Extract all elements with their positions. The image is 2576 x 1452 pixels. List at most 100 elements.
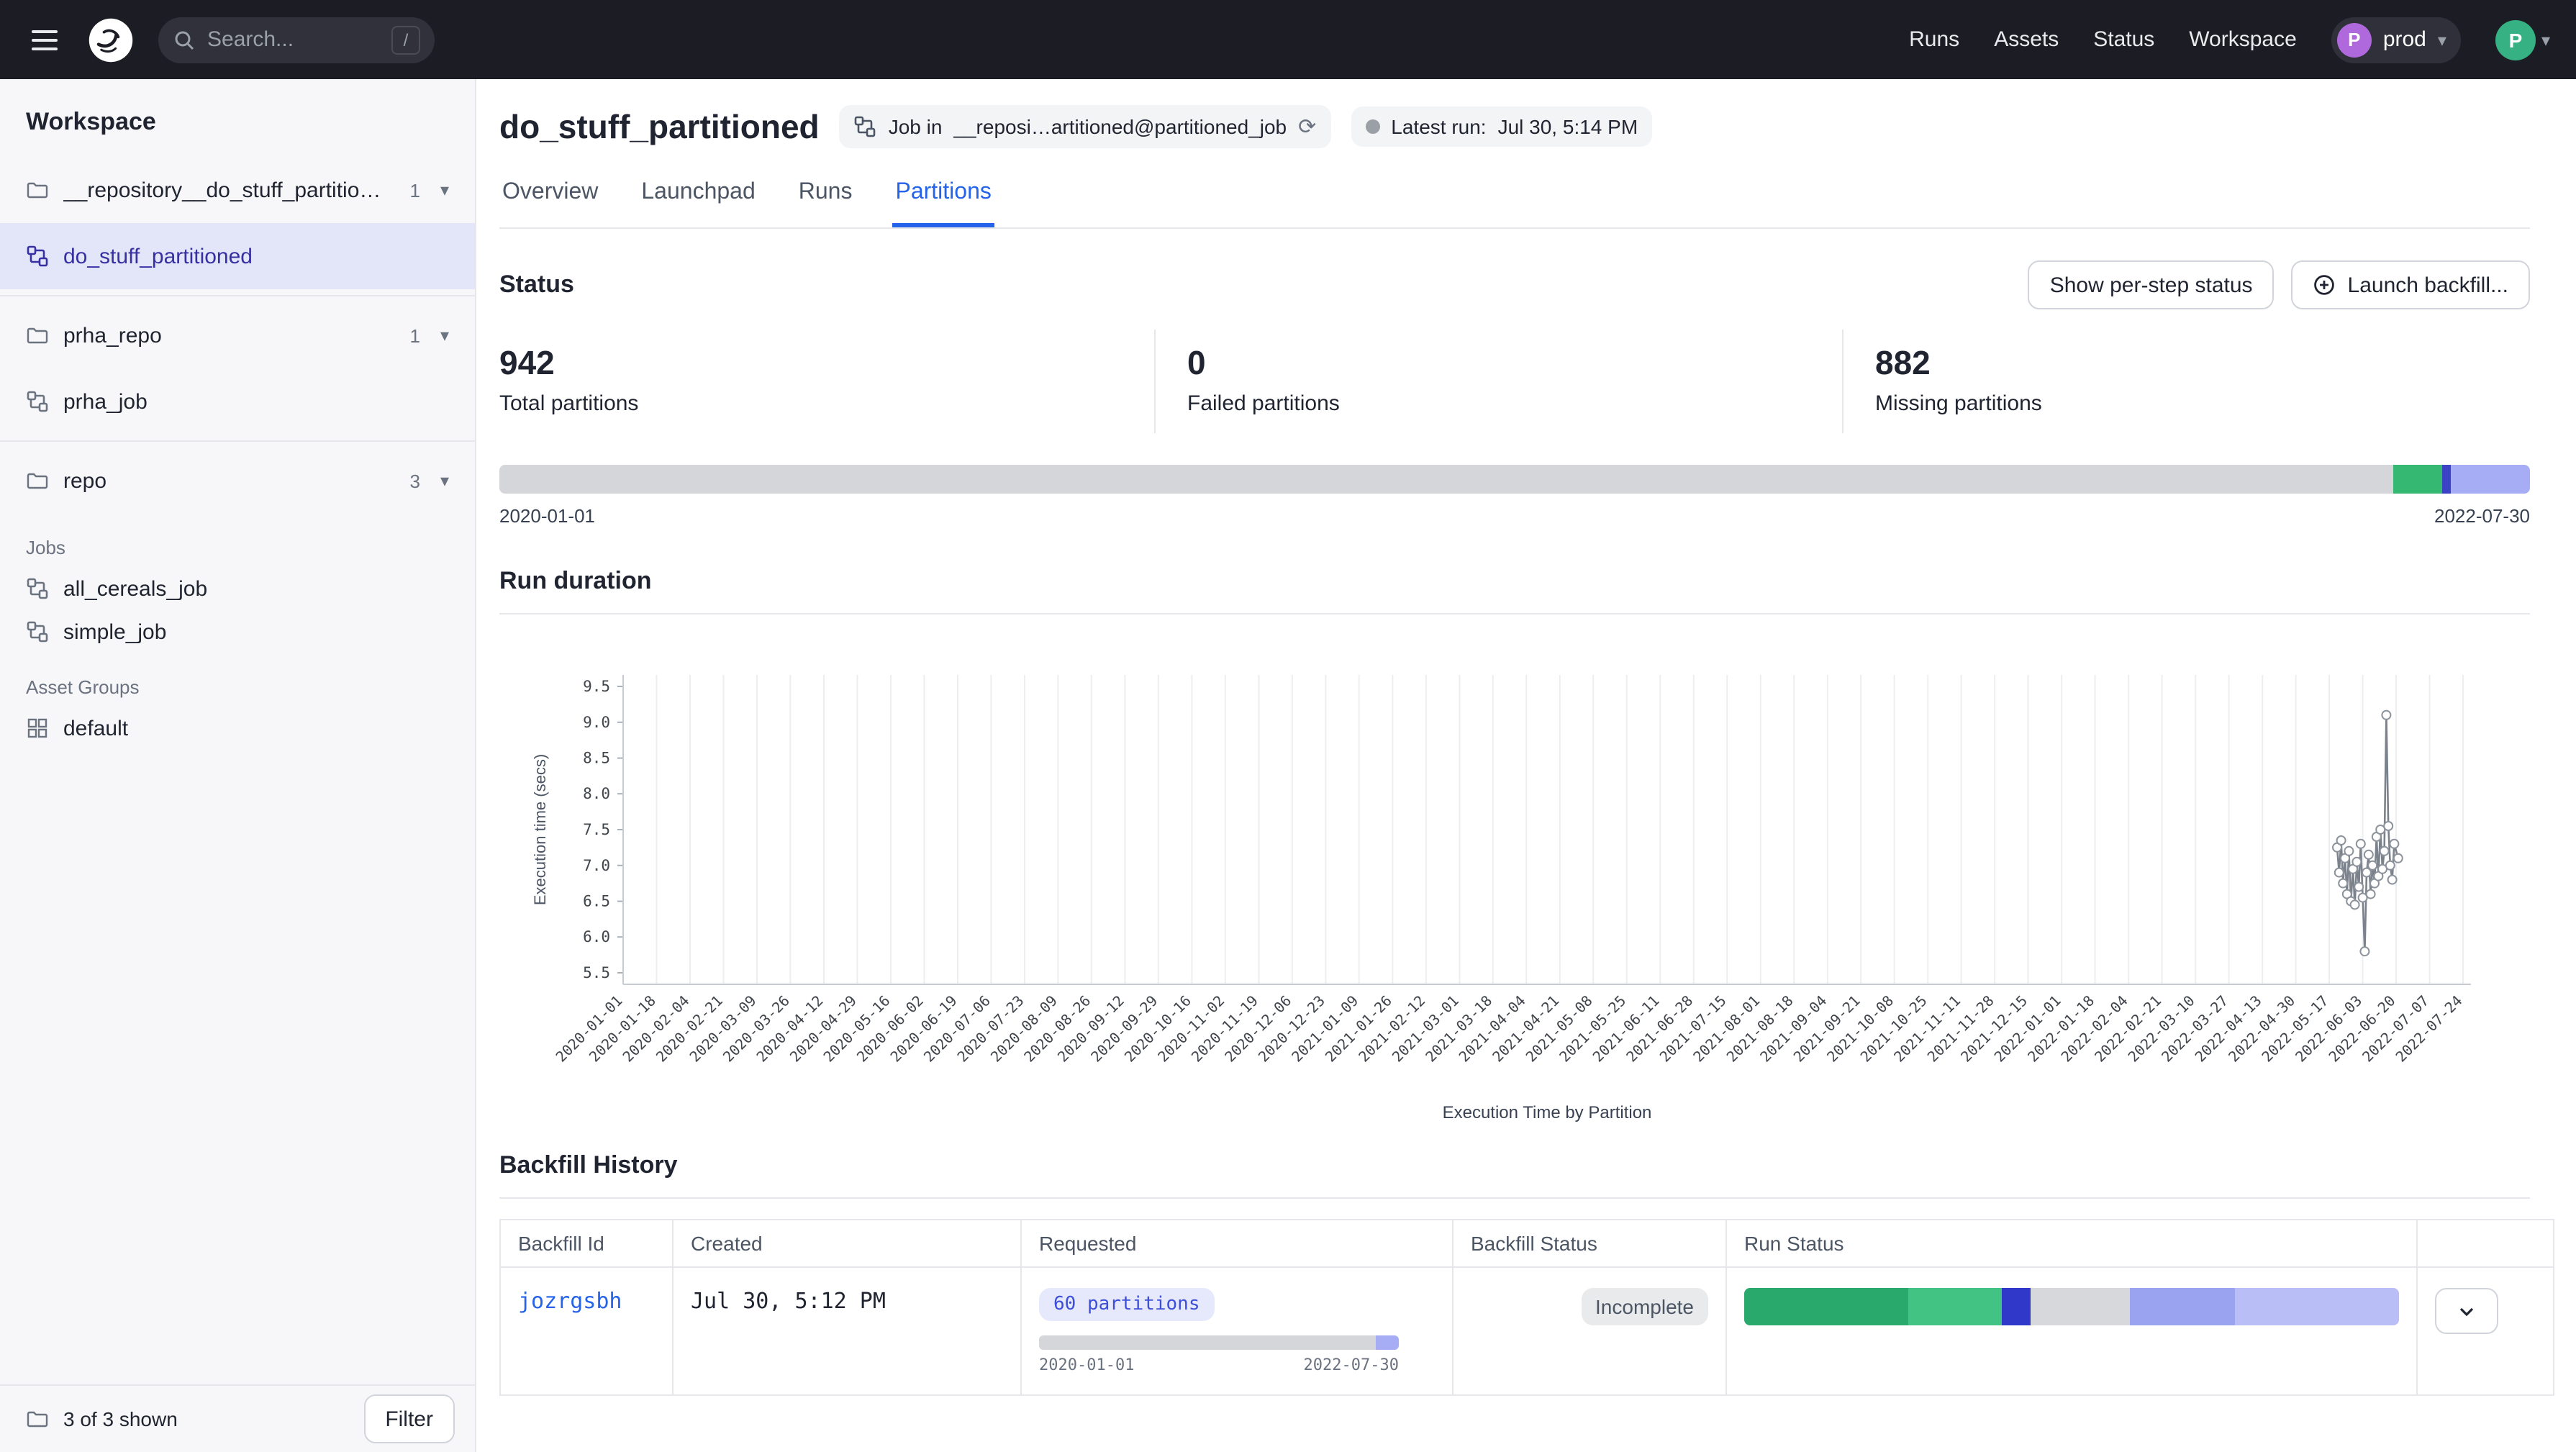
tab-overview[interactable]: Overview (499, 171, 601, 227)
col-backfill-id: Backfill Id (500, 1220, 673, 1267)
requested-start-date: 2020-01-01 (1039, 1356, 1134, 1374)
run-duration-heading: Run duration (499, 567, 2530, 614)
tab-launchpad[interactable]: Launchpad (638, 171, 758, 227)
nav-runs[interactable]: Runs (1909, 27, 1959, 52)
backfill-status-badge: Incomplete (1581, 1288, 1708, 1325)
sidebar-item-simple-job[interactable]: simple_job (0, 610, 475, 653)
search-input[interactable]: Search... / (158, 17, 435, 63)
row-expand-button[interactable] (2435, 1288, 2498, 1334)
filter-button[interactable]: Filter (363, 1394, 455, 1443)
sidebar-section-asset-groups: Asset Groups (0, 653, 475, 707)
sidebar-item-prha-repo[interactable]: prha_repo 1 ▾ (0, 302, 475, 368)
svg-text:6.5: 6.5 (583, 893, 610, 910)
sidebar-title: Workspace (0, 79, 475, 157)
sidebar-item-default[interactable]: default (0, 707, 475, 750)
svg-text:Execution Time by Partition: Execution Time by Partition (1443, 1103, 1652, 1122)
col-actions (2417, 1220, 2554, 1267)
top-nav-links: Runs Assets Status Workspace P prod ▾ P … (1909, 17, 2550, 63)
folder-icon (26, 324, 49, 347)
run-duration-chart: 2020-01-012020-01-182020-02-042020-02-21… (522, 617, 2530, 1137)
tab-partitions[interactable]: Partitions (892, 171, 994, 227)
chevron-down-icon: ▾ (2438, 31, 2446, 48)
chevron-down-icon[interactable]: ▾ (435, 177, 455, 203)
deployment-name: prod (2383, 27, 2426, 52)
sidebar-divider (0, 295, 475, 296)
latest-run-chip: Latest run: Jul 30, 5:14 PM (1351, 106, 1652, 147)
sidebar-item-repository-do-stuff[interactable]: __repository__do_stuff_partitio… 1 ▾ (0, 157, 475, 223)
svg-text:5.5: 5.5 (583, 964, 610, 981)
deployment-avatar: P (2337, 22, 2372, 57)
job-origin-chip: Job in __reposi…artitioned@partitioned_j… (840, 105, 1331, 148)
sidebar-list: __repository__do_stuff_partitio… 1 ▾ do_… (0, 157, 475, 1384)
menu-icon[interactable] (26, 24, 63, 55)
svg-text:6.0: 6.0 (583, 928, 610, 945)
top-nav-bar: Search... / Runs Assets Status Workspace… (0, 0, 2576, 79)
requested-end-date: 2022-07-30 (1304, 1356, 1399, 1374)
page-tabs: Overview Launchpad Runs Partitions (499, 171, 2530, 229)
nav-workspace[interactable]: Workspace (2189, 27, 2297, 52)
nav-assets[interactable]: Assets (1994, 27, 2059, 52)
col-run-status: Run Status (1726, 1220, 2417, 1267)
count-badge: 1 (409, 325, 419, 346)
run-status-bar[interactable] (1744, 1288, 2399, 1325)
job-in-prefix: Job in (889, 115, 943, 138)
partition-status-bar[interactable] (499, 465, 2530, 494)
col-created: Created (673, 1220, 1021, 1267)
svg-text:Execution time (secs): Execution time (secs) (531, 754, 549, 905)
stat-total-partitions: 942 Total partitions (499, 330, 1154, 433)
requested-partitions-chip[interactable]: 60 partitions (1039, 1288, 1215, 1321)
sidebar-item-label: prha_job (63, 389, 455, 414)
table-row: jozrgsbh Jul 30, 5:12 PM 60 partitions 2… (500, 1267, 2554, 1395)
dagster-logo-icon[interactable] (86, 15, 135, 64)
job-origin-link[interactable]: __reposi…artitioned@partitioned_job (953, 115, 1287, 138)
stat-label: Total partitions (499, 391, 1154, 416)
job-icon (26, 620, 49, 643)
sidebar-item-prha-job[interactable]: prha_job (0, 368, 475, 435)
backfill-history-heading: Backfill History (499, 1151, 2530, 1199)
user-menu[interactable]: P ▾ (2495, 19, 2550, 60)
stat-missing-partitions: 882 Missing partitions (1842, 330, 2530, 433)
chevron-down-icon (2455, 1299, 2478, 1322)
partition-start-date: 2020-01-01 (499, 505, 595, 527)
sidebar-item-label: default (63, 716, 128, 740)
stat-label: Missing partitions (1875, 391, 2530, 416)
svg-text:7.5: 7.5 (583, 821, 610, 838)
job-icon (26, 577, 49, 600)
job-icon (854, 115, 877, 138)
chevron-down-icon[interactable]: ▾ (435, 322, 455, 348)
sidebar-item-repo[interactable]: repo 3 ▾ (0, 448, 475, 514)
count-badge: 1 (409, 179, 419, 201)
sidebar-item-label: all_cereals_job (63, 576, 207, 601)
workspace-sidebar: Workspace __repository__do_stuff_partiti… (0, 79, 476, 1452)
partition-stats: 942 Total partitions 0 Failed partitions… (499, 330, 2530, 433)
launch-backfill-button[interactable]: Launch backfill... (2292, 260, 2530, 309)
folder-icon (26, 178, 49, 201)
show-per-step-status-button[interactable]: Show per-step status (2028, 260, 2275, 309)
main-content: do_stuff_partitioned Job in __reposi…art… (476, 79, 2576, 1452)
stat-failed-partitions: 0 Failed partitions (1154, 330, 1842, 433)
sidebar-item-label: repo (63, 468, 395, 493)
svg-text:8.5: 8.5 (583, 750, 610, 767)
latest-run-label: Latest run: (1391, 115, 1486, 138)
backfill-table: Backfill Id Created Requested Backfill S… (499, 1219, 2554, 1396)
deployment-switcher[interactable]: P prod ▾ (2331, 17, 2461, 63)
svg-text:8.0: 8.0 (583, 785, 610, 802)
tab-runs[interactable]: Runs (796, 171, 856, 227)
search-icon (173, 28, 196, 51)
chevron-down-icon: ▾ (2541, 31, 2550, 48)
sidebar-item-label: __repository__do_stuff_partitio… (63, 178, 395, 202)
sidebar-item-label: simple_job (63, 620, 166, 644)
backfill-id-link[interactable]: jozrgsbh (518, 1288, 622, 1314)
chevron-down-icon[interactable]: ▾ (435, 468, 455, 494)
sidebar-item-do-stuff-partitioned[interactable]: do_stuff_partitioned (0, 223, 475, 289)
count-badge: 3 (409, 470, 419, 491)
nav-status[interactable]: Status (2093, 27, 2154, 52)
folder-icon (26, 469, 49, 492)
latest-run-time[interactable]: Jul 30, 5:14 PM (1498, 115, 1638, 138)
dagster-app: Search... / Runs Assets Status Workspace… (0, 0, 2576, 1452)
table-header-row: Backfill Id Created Requested Backfill S… (500, 1220, 2554, 1267)
status-heading: Status (499, 271, 574, 299)
sidebar-item-all-cereals-job[interactable]: all_cereals_job (0, 567, 475, 610)
refresh-icon[interactable]: ⟳ (1298, 114, 1316, 140)
stat-label: Failed partitions (1187, 391, 1842, 416)
